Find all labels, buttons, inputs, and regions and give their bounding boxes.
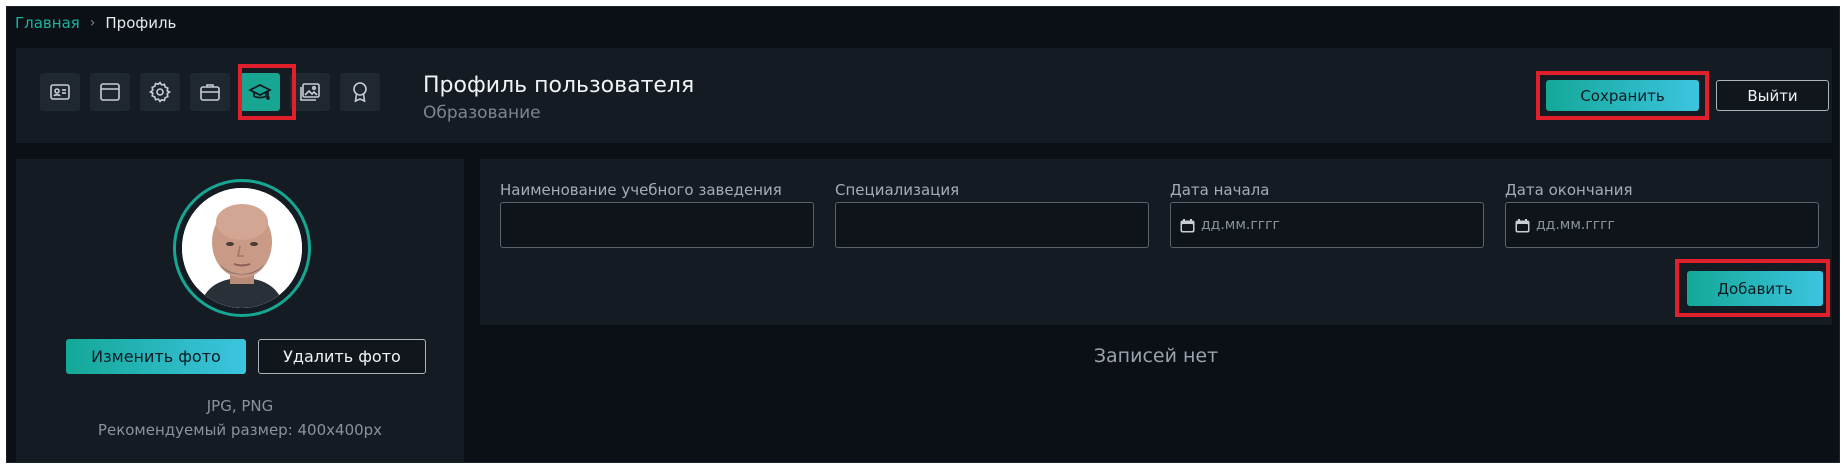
image-icon bbox=[300, 83, 320, 101]
add-button-highlight bbox=[1675, 259, 1830, 317]
breadcrumb: Главная › Профиль bbox=[15, 14, 176, 32]
start-date-label: Дата начала bbox=[1170, 181, 1270, 199]
briefcase-icon bbox=[200, 84, 220, 101]
profile-tabs bbox=[40, 73, 380, 111]
tab-settings[interactable] bbox=[140, 73, 180, 111]
app-frame: Главная › Профиль Профиль пользователя О… bbox=[6, 6, 1840, 463]
start-date-input[interactable]: дд.мм.гггг bbox=[1170, 202, 1484, 248]
photo-formats-hint: JPG, PNG bbox=[206, 397, 274, 415]
tab-work-experience[interactable] bbox=[190, 73, 230, 111]
award-icon bbox=[353, 82, 367, 103]
tab-window[interactable] bbox=[90, 73, 130, 111]
id-card-icon bbox=[50, 84, 70, 100]
breadcrumb-current: Профиль bbox=[105, 14, 177, 32]
change-photo-button[interactable]: Изменить фото bbox=[66, 339, 246, 374]
breadcrumb-home-link[interactable]: Главная bbox=[15, 14, 80, 32]
specialization-label: Специализация bbox=[835, 181, 960, 199]
tab-achievements[interactable] bbox=[340, 73, 380, 111]
tab-portfolio[interactable] bbox=[290, 73, 330, 111]
calendar-icon bbox=[1515, 219, 1530, 233]
save-button-highlight bbox=[1536, 71, 1709, 120]
avatar bbox=[182, 188, 302, 308]
end-date-placeholder: дд.мм.гггг bbox=[1536, 217, 1615, 233]
specialization-input[interactable] bbox=[835, 202, 1149, 248]
education-form: Наименование учебного заведения Специали… bbox=[480, 159, 1832, 325]
delete-photo-button[interactable]: Удалить фото bbox=[258, 339, 426, 374]
page-title: Профиль пользователя bbox=[423, 73, 695, 98]
empty-records-message: Записей нет bbox=[1093, 345, 1219, 367]
photo-card: Изменить фото Удалить фото JPG, PNG Реко… bbox=[16, 159, 464, 462]
profile-header: Профиль пользователя Образование Сохрани… bbox=[16, 48, 1832, 143]
gear-icon bbox=[148, 81, 172, 103]
page-subtitle: Образование bbox=[423, 103, 541, 123]
institution-input[interactable] bbox=[500, 202, 814, 248]
exit-button[interactable]: Выйти bbox=[1716, 80, 1829, 111]
avatar-frame bbox=[173, 179, 311, 317]
institution-label: Наименование учебного заведения bbox=[500, 181, 782, 199]
avatar-photo bbox=[182, 188, 302, 308]
photo-size-hint: Рекомендуемый размер: 400x400px bbox=[97, 421, 383, 439]
tab-personal-info[interactable] bbox=[40, 73, 80, 111]
breadcrumb-separator: › bbox=[89, 15, 96, 31]
education-tab-highlight bbox=[238, 64, 296, 120]
calendar-icon bbox=[1180, 219, 1195, 233]
end-date-label: Дата окончания bbox=[1505, 181, 1633, 199]
start-date-placeholder: дд.мм.гггг bbox=[1201, 217, 1280, 233]
window-icon bbox=[100, 83, 120, 101]
end-date-input[interactable]: дд.мм.гггг bbox=[1505, 202, 1819, 248]
